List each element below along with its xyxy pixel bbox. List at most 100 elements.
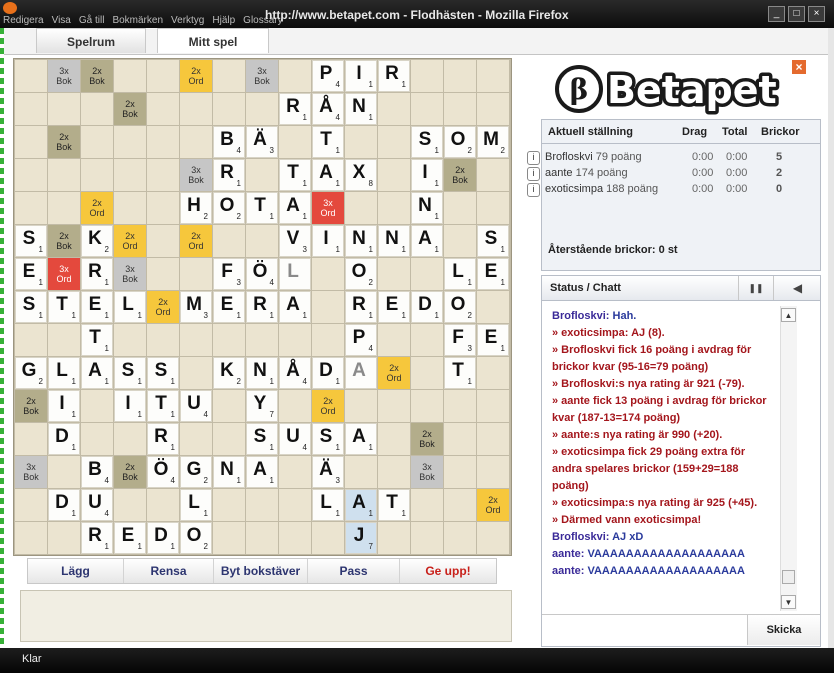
board-square[interactable] xyxy=(246,225,278,257)
board-square[interactable] xyxy=(15,522,47,554)
letter-tile[interactable]: R1 xyxy=(378,60,410,92)
board-square[interactable] xyxy=(213,522,245,554)
letter-tile[interactable]: A1 xyxy=(279,291,311,323)
letter-tile[interactable]: E1 xyxy=(477,324,509,356)
letter-tile[interactable]: N1 xyxy=(345,93,377,125)
board-square[interactable] xyxy=(477,60,509,92)
letter-tile[interactable]: I1 xyxy=(411,159,443,191)
board-square[interactable] xyxy=(15,126,47,158)
bonus-square[interactable]: 3x Bok xyxy=(411,456,443,488)
board-square[interactable] xyxy=(444,456,476,488)
board-square[interactable] xyxy=(378,192,410,224)
chat-input[interactable] xyxy=(542,614,747,645)
board-square[interactable] xyxy=(180,126,212,158)
letter-tile[interactable]: E1 xyxy=(213,291,245,323)
board-square[interactable] xyxy=(378,258,410,290)
letter-tile[interactable]: F3 xyxy=(444,324,476,356)
board-square[interactable] xyxy=(147,225,179,257)
letter-tile[interactable]: V3 xyxy=(279,225,311,257)
board-square[interactable] xyxy=(213,93,245,125)
letter-tile[interactable]: Ö4 xyxy=(147,456,179,488)
letter-tile[interactable]: H2 xyxy=(180,192,212,224)
board-square[interactable] xyxy=(48,324,80,356)
board-square[interactable] xyxy=(15,324,47,356)
letter-tile[interactable]: E1 xyxy=(114,522,146,554)
board-square[interactable] xyxy=(279,126,311,158)
board-square[interactable] xyxy=(114,192,146,224)
letter-tile[interactable]: G2 xyxy=(180,456,212,488)
letter-tile[interactable]: S1 xyxy=(15,291,47,323)
letter-tile[interactable]: A1 xyxy=(312,159,344,191)
board-square[interactable] xyxy=(213,489,245,521)
letter-tile[interactable]: N1 xyxy=(378,225,410,257)
board-square[interactable] xyxy=(345,390,377,422)
board-square[interactable] xyxy=(477,291,509,323)
player-info-icon[interactable]: i xyxy=(527,183,540,197)
tab-spelrum[interactable]: Spelrum xyxy=(36,28,146,53)
letter-tile[interactable]: D1 xyxy=(147,522,179,554)
letter-tile[interactable]: T1 xyxy=(444,357,476,389)
letter-tile[interactable]: S1 xyxy=(15,225,47,257)
bonus-square[interactable]: 2x Bok xyxy=(81,60,113,92)
letter-tile[interactable]: O2 xyxy=(180,522,212,554)
game-board[interactable]: 3x Bok 2x Bok 2x Ord 3x Bok 2x Bok 2x Bok 3x B… xyxy=(13,58,512,556)
board-square[interactable] xyxy=(147,192,179,224)
letter-tile[interactable]: L xyxy=(279,258,311,290)
scroll-down-icon[interactable]: ▼ xyxy=(781,595,796,609)
menu-item[interactable]: Hjälp xyxy=(212,15,235,26)
chat-scrollbar[interactable]: ▲ ▼ xyxy=(780,306,797,611)
board-square[interactable] xyxy=(279,390,311,422)
menu-item[interactable]: Bokmärken xyxy=(112,15,163,26)
bonus-square[interactable]: 3x Bok xyxy=(114,258,146,290)
board-square[interactable] xyxy=(48,93,80,125)
board-square[interactable] xyxy=(180,93,212,125)
letter-tile[interactable]: Y7 xyxy=(246,390,278,422)
letter-tile[interactable]: L1 xyxy=(48,357,80,389)
board-square[interactable] xyxy=(114,60,146,92)
board-square[interactable] xyxy=(48,192,80,224)
letter-tile[interactable]: E1 xyxy=(378,291,410,323)
letter-tile[interactable]: U4 xyxy=(180,390,212,422)
board-square[interactable] xyxy=(477,93,509,125)
letter-tile[interactable]: Å4 xyxy=(279,357,311,389)
bonus-square[interactable]: 3x Bok xyxy=(48,60,80,92)
letter-tile[interactable]: A1 xyxy=(81,357,113,389)
menu-item[interactable]: Redigera xyxy=(3,15,44,26)
board-square[interactable] xyxy=(477,456,509,488)
board-square[interactable] xyxy=(48,456,80,488)
bonus-square[interactable]: 2x Bok xyxy=(48,126,80,158)
letter-tile[interactable]: K2 xyxy=(81,225,113,257)
letter-tile[interactable]: B4 xyxy=(81,456,113,488)
letter-tile[interactable]: K2 xyxy=(213,357,245,389)
letter-tile[interactable]: L1 xyxy=(114,291,146,323)
board-square[interactable] xyxy=(147,159,179,191)
board-square[interactable] xyxy=(114,126,146,158)
menu-item[interactable]: Visa xyxy=(52,15,71,26)
player-info-icon[interactable]: i xyxy=(527,151,540,165)
board-square[interactable] xyxy=(213,390,245,422)
letter-tile[interactable]: A xyxy=(345,357,377,389)
letter-tile[interactable]: R1 xyxy=(279,93,311,125)
letter-tile[interactable]: S1 xyxy=(114,357,146,389)
letter-tile[interactable]: Ä3 xyxy=(246,126,278,158)
rensa-button[interactable]: Rensa xyxy=(124,559,214,583)
board-square[interactable] xyxy=(444,225,476,257)
lagg-button[interactable]: Lägg xyxy=(28,559,124,583)
bonus-square[interactable]: 2x Bok xyxy=(114,456,146,488)
board-square[interactable] xyxy=(147,60,179,92)
bonus-square[interactable]: 3x Bok xyxy=(246,60,278,92)
board-square[interactable] xyxy=(114,324,146,356)
board-square[interactable] xyxy=(378,390,410,422)
letter-tile[interactable]: S1 xyxy=(477,225,509,257)
board-square[interactable] xyxy=(477,390,509,422)
letter-tile[interactable]: A1 xyxy=(345,423,377,455)
letter-tile[interactable]: N1 xyxy=(345,225,377,257)
letter-tile[interactable]: E1 xyxy=(81,291,113,323)
letter-tile[interactable]: O2 xyxy=(213,192,245,224)
bonus-square[interactable]: 3x Bok xyxy=(180,159,212,191)
board-square[interactable] xyxy=(246,93,278,125)
letter-tile[interactable]: D1 xyxy=(48,423,80,455)
send-button[interactable]: Skicka xyxy=(747,614,820,645)
letter-tile[interactable]: D1 xyxy=(48,489,80,521)
board-square[interactable] xyxy=(15,159,47,191)
